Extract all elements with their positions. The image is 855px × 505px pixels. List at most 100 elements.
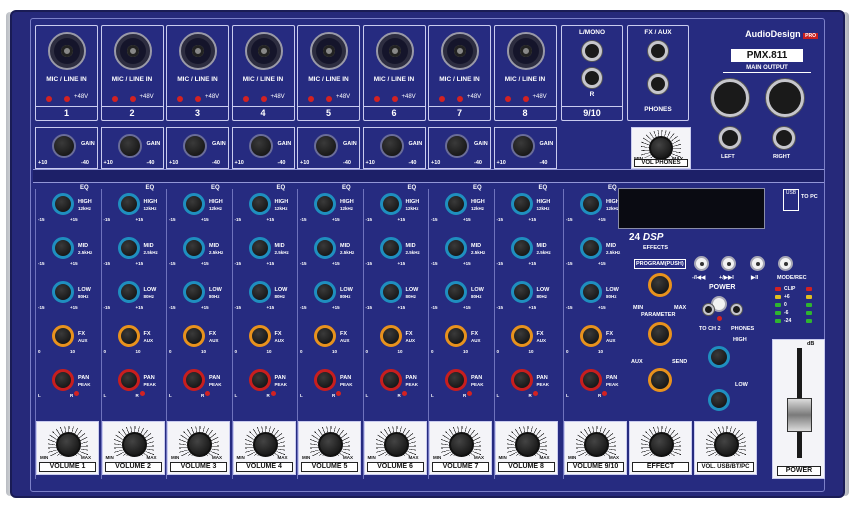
fx-aux-knob[interactable] [117,325,140,347]
max-label: MAX [146,455,157,460]
eq-high-knob[interactable] [580,193,602,215]
gain-knob[interactable] [314,134,338,158]
eq-low-knob[interactable] [445,281,467,303]
gain-knob[interactable] [510,134,535,158]
volume-knob[interactable] [56,432,81,457]
fx-aux-knob[interactable] [379,325,402,347]
mode-rec-button[interactable] [778,256,793,271]
eq-high-knob[interactable] [117,193,140,215]
eq-low-knob[interactable] [580,281,602,303]
eq-high-knob[interactable] [314,193,336,215]
knob-max: 10 [528,349,534,354]
fx-aux-knob[interactable] [183,325,205,347]
gain-knob[interactable] [52,134,76,158]
fx-aux-jack[interactable] [648,41,668,61]
volume-knob[interactable] [187,432,212,457]
left-jack[interactable] [719,127,741,149]
gain-knob[interactable] [183,134,207,158]
eq-mid-knob[interactable] [248,237,271,259]
play-pause-button[interactable] [750,256,765,271]
fx-aux-knob[interactable] [314,325,336,347]
eq-high-knob[interactable] [52,193,74,215]
pan-knob[interactable] [52,369,74,391]
fx-aux-knob[interactable] [580,325,602,347]
to-ch2-jack[interactable] [703,304,714,315]
lmono-jack[interactable] [582,41,602,61]
r-jack[interactable] [582,68,602,88]
phantom-label: +48V [139,94,154,100]
volume-knob[interactable] [318,432,343,457]
master-fader[interactable] [787,398,812,432]
pan-knob[interactable] [510,369,533,391]
pan-knob[interactable] [314,369,336,391]
eq-low-knob[interactable] [248,281,271,303]
eq-high-knob[interactable] [445,193,467,215]
fx-aux-knob[interactable] [52,325,74,347]
pan-knob[interactable] [379,369,402,391]
eq-low-knob[interactable] [379,281,402,303]
eq-mid-knob[interactable] [445,237,467,259]
eq-high-knob[interactable] [183,193,205,215]
eq-low-knob[interactable] [314,281,336,303]
next-button[interactable] [721,256,736,271]
eq-high-knob[interactable] [248,193,271,215]
usb-volume-knob[interactable] [714,432,739,457]
fx-aux-knob[interactable] [445,325,467,347]
volume-knob[interactable] [584,432,609,457]
volume-knob[interactable] [383,432,409,457]
volume-knob[interactable] [121,432,147,457]
master-high-knob[interactable] [708,346,730,368]
gain-knob[interactable] [379,134,404,158]
eq-mid-knob[interactable] [510,237,533,259]
pan-knob[interactable] [580,369,602,391]
eq-low-knob[interactable] [510,281,533,303]
gain-knob[interactable] [117,134,142,158]
combo-jack[interactable] [113,32,152,70]
eq-low-knob[interactable] [183,281,205,303]
eq-low-knob[interactable] [52,281,74,303]
eq-mid-knob[interactable] [314,237,336,259]
pan-knob[interactable] [183,369,205,391]
eq-mid-knob[interactable] [117,237,140,259]
knob-max: +15 [70,261,78,266]
eq-mid-knob[interactable] [52,237,74,259]
phones-jack[interactable] [648,74,668,94]
eq-mid-knob[interactable] [580,237,602,259]
volume-knob[interactable] [449,432,474,457]
effect-volume-knob[interactable] [649,432,674,457]
combo-jack[interactable] [48,32,86,70]
knob-sublabel: 80Hz [340,294,351,299]
eq-mid-knob[interactable] [379,237,402,259]
main-right-xlr[interactable] [766,79,804,117]
combo-jack[interactable] [506,32,545,70]
vol-phones-knob[interactable] [649,136,673,160]
pan-knob[interactable] [248,369,271,391]
fx-aux-knob[interactable] [510,325,533,347]
gain-knob[interactable] [248,134,273,158]
eq-mid-knob[interactable] [183,237,205,259]
main-left-xlr[interactable] [711,79,749,117]
eq-low-knob[interactable] [117,281,140,303]
right-jack[interactable] [773,127,795,149]
parameter-knob[interactable] [648,322,672,346]
volume-knob[interactable] [252,432,278,457]
volume-knob[interactable] [514,432,540,457]
pan-knob[interactable] [445,369,467,391]
eq-high-knob[interactable] [379,193,402,215]
pan-knob[interactable] [117,369,140,391]
combo-jack[interactable] [441,32,479,70]
usb-port[interactable]: USB [783,189,799,211]
combo-jack[interactable] [244,32,283,70]
gain-knob[interactable] [445,134,469,158]
prev-button[interactable] [694,256,709,271]
knob-label: FX [78,331,86,337]
eq-high-knob[interactable] [510,193,533,215]
combo-jack[interactable] [375,32,414,70]
fx-aux-knob[interactable] [248,325,271,347]
master-low-knob[interactable] [708,389,730,411]
program-knob[interactable] [648,273,672,297]
combo-jack[interactable] [310,32,348,70]
combo-jack[interactable] [179,32,217,70]
phones2-jack[interactable] [731,304,742,315]
aux-send-knob[interactable] [648,368,672,392]
